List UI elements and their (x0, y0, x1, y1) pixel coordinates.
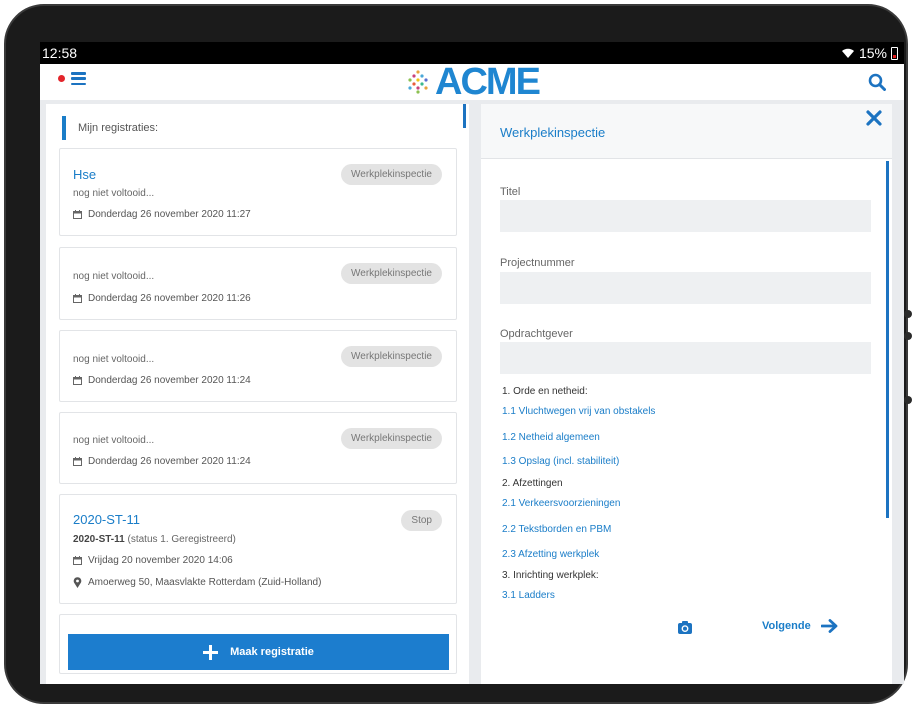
section-heading: 3. Inrichting werkplek: (502, 570, 599, 581)
registrations-header: Mijn registraties: (62, 116, 158, 140)
registration-code: 2020-ST-11 (73, 534, 125, 545)
client-field-label: Opdrachtgever (500, 328, 573, 340)
tablet-frame: 12:58 15% ACME Mijn registraties: Hse We… (4, 4, 912, 704)
search-icon[interactable] (868, 73, 886, 91)
registration-card[interactable]: Werkplekinspectie nog niet voltooid... D… (59, 247, 457, 320)
registration-status-text: (status 1. Geregistreerd) (127, 534, 236, 545)
registration-date-text: Donderdag 26 november 2020 11:24 (88, 375, 251, 386)
next-button-label: Volgende (762, 620, 811, 632)
title-field[interactable] (500, 200, 871, 232)
registration-date-text: Donderdag 26 november 2020 11:24 (88, 456, 251, 467)
registration-date: Donderdag 26 november 2020 11:27 (73, 209, 251, 220)
checklist-item-link[interactable]: 3.1 Ladders (502, 590, 555, 601)
registration-date: Vrijdag 20 november 2020 14:06 (73, 555, 233, 566)
arrow-right-icon (820, 619, 838, 633)
registrations-header-label: Mijn registraties: (78, 122, 159, 134)
calendar-icon (73, 556, 82, 565)
section-heading: 2. Afzettingen (502, 478, 563, 489)
registration-status: nog niet voltooid... (73, 354, 155, 365)
registrations-panel: Mijn registraties: Hse Werkplekinspectie… (46, 104, 469, 684)
registration-date: Donderdag 26 november 2020 11:24 (73, 375, 251, 386)
battery-icon (891, 46, 898, 60)
side-button (904, 332, 912, 340)
registration-date: Donderdag 26 november 2020 11:26 (73, 293, 251, 304)
type-badge: Stop (401, 510, 442, 531)
close-icon[interactable] (866, 110, 882, 126)
menu-button[interactable] (58, 72, 86, 85)
project-number-field-label: Projectnummer (500, 257, 575, 269)
registration-status: nog niet voltooid... (73, 271, 155, 282)
logo-mark-icon (408, 70, 428, 94)
client-field[interactable] (500, 342, 871, 374)
registration-card[interactable]: 2020-ST-11 Stop 2020-ST-11 (status 1. Ge… (59, 494, 457, 604)
screen: 12:58 15% ACME Mijn registraties: Hse We… (40, 42, 904, 684)
registration-address: Amoerweg 50, Maasvlakte Rotterdam (Zuid-… (73, 577, 321, 588)
registration-status: nog niet voltooid... (73, 188, 155, 199)
side-button (904, 310, 912, 318)
registration-card[interactable]: Werkplekinspectie nog niet voltooid... D… (59, 412, 457, 484)
registration-date: Donderdag 26 november 2020 11:24 (73, 456, 251, 467)
registration-date-text: Donderdag 26 november 2020 11:27 (88, 209, 251, 220)
registration-card[interactable]: Werkplekinspectie nog niet voltooid... D… (59, 330, 457, 402)
battery-percent: 15% (858, 45, 887, 61)
form-scrollbar[interactable] (886, 161, 889, 518)
type-badge: Werkplekinspectie (341, 263, 442, 284)
registration-title: Hse (73, 167, 97, 182)
registration-date-text: Vrijdag 20 november 2020 14:06 (88, 555, 233, 566)
create-registration-button[interactable]: Maak registratie (68, 634, 449, 670)
create-registration-label: Maak registratie (230, 646, 314, 658)
map-pin-icon (73, 577, 82, 588)
next-button[interactable]: Volgende (762, 619, 838, 633)
acme-logo: ACME (405, 61, 541, 103)
type-badge: Werkplekinspectie (341, 164, 442, 185)
registration-card[interactable]: Hse Werkplekinspectie nog niet voltooid.… (59, 148, 457, 236)
checklist-item-link[interactable]: 2.2 Tekstborden en PBM (502, 524, 611, 535)
logo-text: ACME (435, 61, 541, 103)
plus-icon (203, 644, 219, 660)
project-number-field[interactable] (500, 272, 871, 304)
section-heading: 1. Orde en netheid: (502, 386, 588, 397)
form-title: Werkplekinspectie (500, 125, 606, 140)
type-badge: Werkplekinspectie (341, 428, 442, 449)
checklist-item-link[interactable]: 1.3 Opslag (incl. stabiliteit) (502, 456, 619, 467)
checklist-item-link[interactable]: 2.1 Verkeersvoorzieningen (502, 498, 620, 509)
scroll-indicator (463, 104, 466, 128)
status-indicators: 15% (841, 45, 898, 61)
status-time: 12:58 (42, 45, 78, 61)
registration-date-text: Donderdag 26 november 2020 11:26 (88, 293, 251, 304)
title-field-label: Titel (500, 186, 521, 198)
form-header: Werkplekinspectie (481, 104, 892, 159)
registration-status: nog niet voltooid... (73, 435, 155, 446)
side-button (904, 396, 912, 404)
calendar-icon (73, 457, 82, 466)
camera-icon[interactable] (677, 620, 693, 636)
calendar-icon (73, 294, 82, 303)
calendar-icon (73, 210, 82, 219)
wifi-icon (841, 48, 854, 58)
checklist-item-link[interactable]: 1.2 Netheid algemeen (502, 432, 600, 443)
registration-status: 2020-ST-11 (status 1. Geregistreerd) (73, 534, 236, 545)
inspection-form-panel: Werkplekinspectie Titel Projectnummer Op… (481, 104, 892, 684)
registration-title: 2020-ST-11 (73, 512, 140, 527)
registration-address-text: Amoerweg 50, Maasvlakte Rotterdam (Zuid-… (88, 577, 322, 588)
type-badge: Werkplekinspectie (341, 346, 442, 367)
app-bar: ACME (40, 61, 904, 103)
calendar-icon (73, 376, 82, 385)
hamburger-icon (71, 72, 86, 85)
checklist-item-link[interactable]: 2.3 Afzetting werkplek (502, 549, 599, 560)
checklist-item-link[interactable]: 1.1 Vluchtwegen vrij van obstakels (502, 406, 655, 417)
notification-dot (58, 75, 65, 82)
